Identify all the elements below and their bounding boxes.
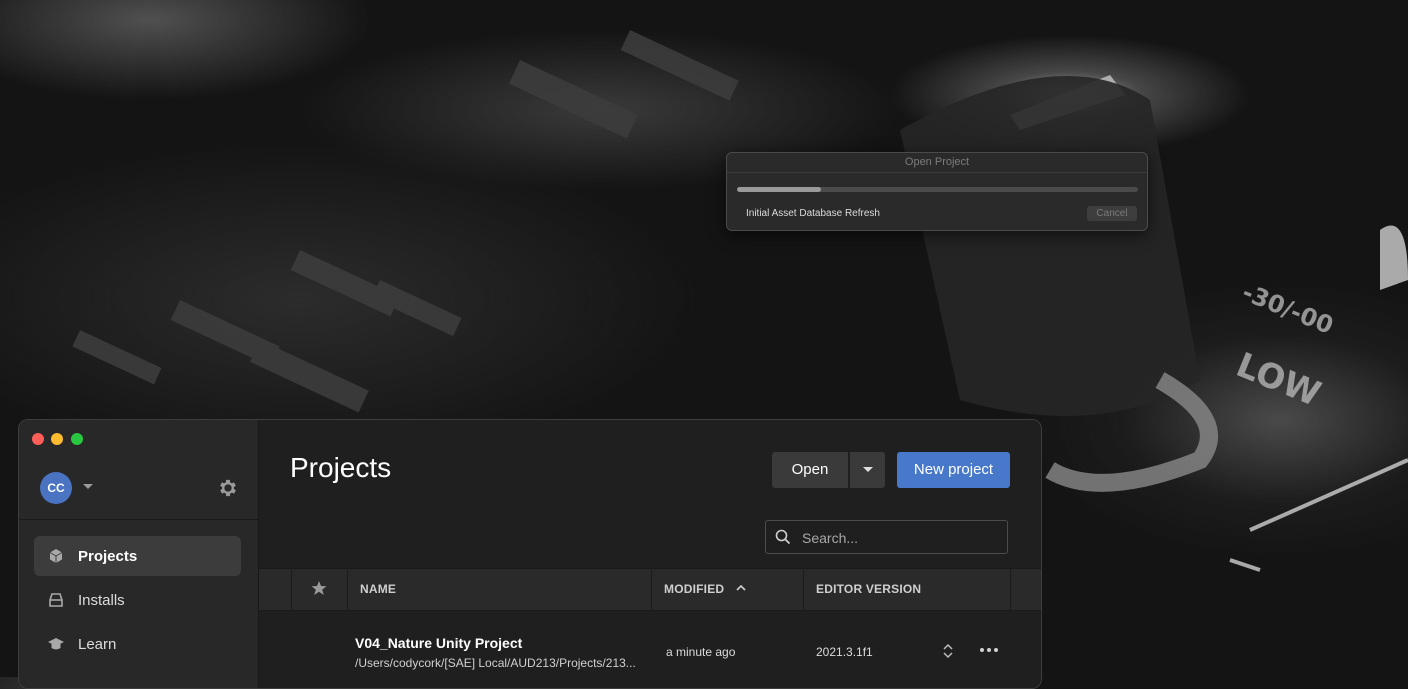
sidebar-item-label: Projects [78, 548, 138, 565]
project-path: /Users/codycork/[SAE] Local/AUD213/Proje… [355, 656, 636, 670]
sidebar-divider [19, 519, 258, 520]
main-panel: Projects Open New project NAME MODIFIED [259, 420, 1041, 688]
sidebar-item-installs[interactable]: Installs [34, 580, 241, 620]
sidebar: CC Projects Installs Learn [19, 420, 259, 688]
bg-label-low: LOW [1230, 345, 1327, 415]
table-row[interactable]: V04_Nature Unity Project /Users/codycork… [259, 610, 1041, 670]
table-header: NAME MODIFIED EDITOR VERSION [259, 568, 1041, 611]
dialog-divider [727, 172, 1147, 173]
dialog-title: Open Project [904, 156, 970, 168]
close-window-button[interactable] [32, 433, 44, 445]
sidebar-item-projects[interactable]: Projects [34, 536, 241, 576]
column-divider [347, 569, 348, 610]
search-box [765, 520, 1008, 555]
column-divider [1010, 569, 1011, 610]
cube-icon [49, 549, 63, 563]
unity-hub-window: CC Projects Installs Learn Projects Open… [18, 419, 1042, 689]
progress-bar [737, 187, 1138, 192]
sidebar-item-label: Installs [78, 592, 125, 609]
avatar[interactable]: CC [40, 472, 72, 504]
project-editor-version: 2021.3.1f1 [816, 645, 873, 659]
open-menu-button[interactable] [850, 452, 885, 488]
chevron-up-down-icon[interactable] [942, 643, 954, 659]
dialog-status: Initial Asset Database Refresh [746, 208, 880, 219]
gear-icon[interactable] [217, 477, 239, 499]
cancel-button[interactable]: Cancel [1087, 206, 1137, 221]
open-button[interactable]: Open [772, 452, 848, 488]
installs-icon [49, 593, 63, 607]
chevron-down-icon[interactable] [83, 484, 93, 489]
more-options-icon[interactable] [979, 644, 999, 656]
column-divider [651, 569, 652, 610]
search-input[interactable] [800, 521, 1004, 555]
sort-ascending-icon[interactable] [735, 582, 747, 594]
bg-label-db: -30/-00 [1238, 278, 1338, 340]
project-name: V04_Nature Unity Project [355, 635, 523, 651]
column-header-modified[interactable]: MODIFIED [664, 582, 724, 596]
new-project-button[interactable]: New project [897, 452, 1010, 488]
column-header-editor-version[interactable]: EDITOR VERSION [816, 582, 921, 596]
column-divider [291, 569, 292, 610]
star-icon[interactable] [311, 580, 327, 596]
graduation-cap-icon [48, 638, 64, 650]
search-icon [775, 529, 791, 545]
progress-fill [737, 187, 822, 192]
sidebar-item-label: Learn [78, 636, 117, 653]
project-modified: a minute ago [666, 645, 736, 659]
column-divider [803, 569, 804, 610]
column-header-name[interactable]: NAME [360, 582, 396, 596]
page-title: Projects [290, 452, 392, 483]
zoom-window-button[interactable] [71, 433, 83, 445]
sidebar-item-learn[interactable]: Learn [34, 624, 241, 664]
minimize-window-button[interactable] [51, 433, 63, 445]
open-project-dialog: Open Project Initial Asset Database Refr… [726, 152, 1148, 231]
